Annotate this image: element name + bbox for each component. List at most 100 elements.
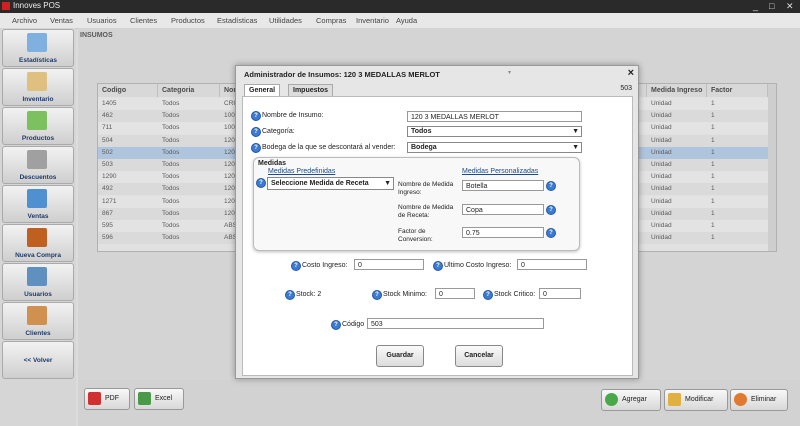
chevron-down-icon: ▼ xyxy=(572,128,579,135)
help-icon[interactable]: ? xyxy=(372,290,382,300)
tab-impuestos[interactable]: Impuestos xyxy=(288,84,334,96)
ultimo-costo-label: Ultimo Costo Ingreso: xyxy=(444,262,512,269)
nombre-input[interactable]: 120 3 MEDALLAS MERLOT xyxy=(407,111,582,122)
menu-usuarios[interactable]: Usuarios xyxy=(87,16,117,25)
app-logo-icon xyxy=(2,2,10,10)
medida-receta-select[interactable]: Seleccione Medida de Receta ▼ xyxy=(267,177,394,190)
insumo-dialog: Administrador de Insumos: 120 3 MEDALLAS… xyxy=(235,65,639,379)
modificar-label: Modificar xyxy=(685,396,714,403)
excel-button[interactable]: Excel xyxy=(134,388,184,410)
menu-archivo[interactable]: Archivo xyxy=(12,16,37,25)
help-icon[interactable]: ? xyxy=(546,205,556,215)
personalizadas-label: Medidas Personalizadas xyxy=(462,168,539,175)
users-icon xyxy=(27,267,47,286)
medida-receta-input[interactable]: Copa xyxy=(462,204,544,215)
stock-critico-input[interactable]: 0 xyxy=(539,288,581,299)
briefcase-icon xyxy=(27,228,47,247)
costo-ingreso-input[interactable]: 0 xyxy=(354,259,424,270)
ultimo-costo-input[interactable]: 0 xyxy=(517,259,587,270)
factor-label: Factor de xyxy=(398,228,426,235)
sidebar-item-label: Usuarios xyxy=(24,291,52,298)
help-icon[interactable]: ? xyxy=(251,127,261,137)
factor-label-2: Conversion: xyxy=(398,236,433,243)
pdf-label: PDF xyxy=(105,395,119,402)
sidebar-item-volver[interactable]: << Volver xyxy=(2,341,74,379)
help-icon[interactable]: ? xyxy=(251,143,261,153)
agregar-label: Agregar xyxy=(622,396,647,403)
excel-label: Excel xyxy=(155,395,173,402)
menu-utilidades[interactable]: Utilidades xyxy=(269,16,302,25)
basket-icon xyxy=(27,111,47,130)
sidebar-item-label: Ventas xyxy=(27,213,49,220)
sidebar-item-ventas[interactable]: Ventas xyxy=(2,185,74,223)
sidebar-item-label: Clientes xyxy=(25,330,51,337)
menu-ayuda[interactable]: Ayuda xyxy=(396,16,417,25)
help-icon[interactable]: ? xyxy=(285,290,295,300)
help-icon[interactable]: ? xyxy=(331,320,341,330)
codigo-label: Código xyxy=(342,321,365,328)
pdf-button[interactable]: PDF xyxy=(84,388,130,410)
sidebar-item-nueva-compra[interactable]: Nueva Compra xyxy=(2,224,74,262)
help-icon[interactable]: ? xyxy=(483,290,493,300)
modificar-button[interactable]: Modificar xyxy=(664,389,728,411)
sidebar-item-usuarios[interactable]: Usuarios xyxy=(2,263,74,301)
medidas-group: Medidas Medidas Predefinidas Medidas Per… xyxy=(253,157,580,251)
menu-ventas[interactable]: Ventas xyxy=(50,16,73,25)
help-icon[interactable]: ? xyxy=(546,181,556,191)
dialog-code: 503 xyxy=(620,85,632,92)
help-icon[interactable]: ? xyxy=(256,178,266,188)
minimize-button[interactable]: _ xyxy=(753,1,758,11)
excel-icon xyxy=(138,392,151,405)
eliminar-button[interactable]: Eliminar xyxy=(730,389,788,411)
factor-input[interactable]: 0.75 xyxy=(462,227,544,238)
pdf-icon xyxy=(88,392,101,405)
medida-ingreso-input[interactable]: Botella xyxy=(462,180,544,191)
categoria-label: Categoría: xyxy=(262,128,295,135)
help-icon[interactable]: ? xyxy=(433,261,443,271)
maximize-button[interactable]: □ xyxy=(769,1,774,11)
agregar-button[interactable]: Agregar xyxy=(601,389,661,411)
sidebar-item-clientes[interactable]: Clientes xyxy=(2,302,74,340)
plus-icon xyxy=(605,393,618,406)
help-icon[interactable]: ? xyxy=(251,111,261,121)
bodega-select[interactable]: Bodega ▼ xyxy=(407,142,582,153)
menu-productos[interactable]: Productos xyxy=(171,16,205,25)
ticket-icon xyxy=(27,150,47,169)
guardar-button[interactable]: Guardar xyxy=(376,345,424,367)
sidebar-item-inventario[interactable]: Inventario xyxy=(2,68,74,106)
sidebar: Estadísticas Inventario Productos Descue… xyxy=(0,28,76,426)
close-window-button[interactable]: ✕ xyxy=(786,1,794,12)
title-bar: Innoves POS _ □ ✕ xyxy=(0,0,800,13)
sidebar-item-label: Nueva Compra xyxy=(15,252,61,259)
medida-receta-value: Seleccione Medida de Receta xyxy=(271,180,369,187)
pencil-edit-icon xyxy=(668,393,681,406)
sidebar-item-descuentos[interactable]: Descuentos xyxy=(2,146,74,184)
sidebar-item-label: Estadísticas xyxy=(19,57,57,64)
sidebar-item-productos[interactable]: Productos xyxy=(2,107,74,145)
medida-ingreso-label-2: Ingreso: xyxy=(398,189,422,196)
menu-compras[interactable]: Compras xyxy=(316,16,346,25)
menu-clientes[interactable]: Clientes xyxy=(130,16,157,25)
costo-ingreso-label: Costo Ingreso: xyxy=(302,262,348,269)
cancelar-button[interactable]: Cancelar xyxy=(455,345,503,367)
stock-minimo-label: Stock Minimo: xyxy=(383,291,427,298)
pencil-icon xyxy=(27,72,47,91)
cart-icon xyxy=(27,189,47,208)
medida-receta-label-2: de Receta: xyxy=(398,212,430,219)
bodega-value: Bodega xyxy=(411,144,437,151)
medida-receta-label: Nombre de Medida xyxy=(398,204,454,211)
help-icon[interactable]: ? xyxy=(546,228,556,238)
dialog-close-button[interactable]: × xyxy=(628,67,634,79)
categoria-select[interactable]: Todos ▼ xyxy=(407,126,582,137)
sidebar-item-label: Inventario xyxy=(22,96,54,103)
sidebar-item-estadisticas[interactable]: Estadísticas xyxy=(2,29,74,67)
menu-estadisticas[interactable]: Estadísticas xyxy=(217,16,257,25)
bottom-toolbar: PDF Excel Agregar Modificar Eliminar xyxy=(78,380,800,426)
stock-minimo-input[interactable]: 0 xyxy=(435,288,475,299)
tab-general[interactable]: General xyxy=(244,84,281,96)
menu-inventario[interactable]: Inventario xyxy=(356,16,389,25)
bar-chart-icon xyxy=(27,33,47,52)
codigo-input[interactable]: 503 xyxy=(367,318,544,329)
help-icon[interactable]: ? xyxy=(291,261,301,271)
menu-bar: Archivo Ventas Usuarios Clientes Product… xyxy=(0,13,800,29)
